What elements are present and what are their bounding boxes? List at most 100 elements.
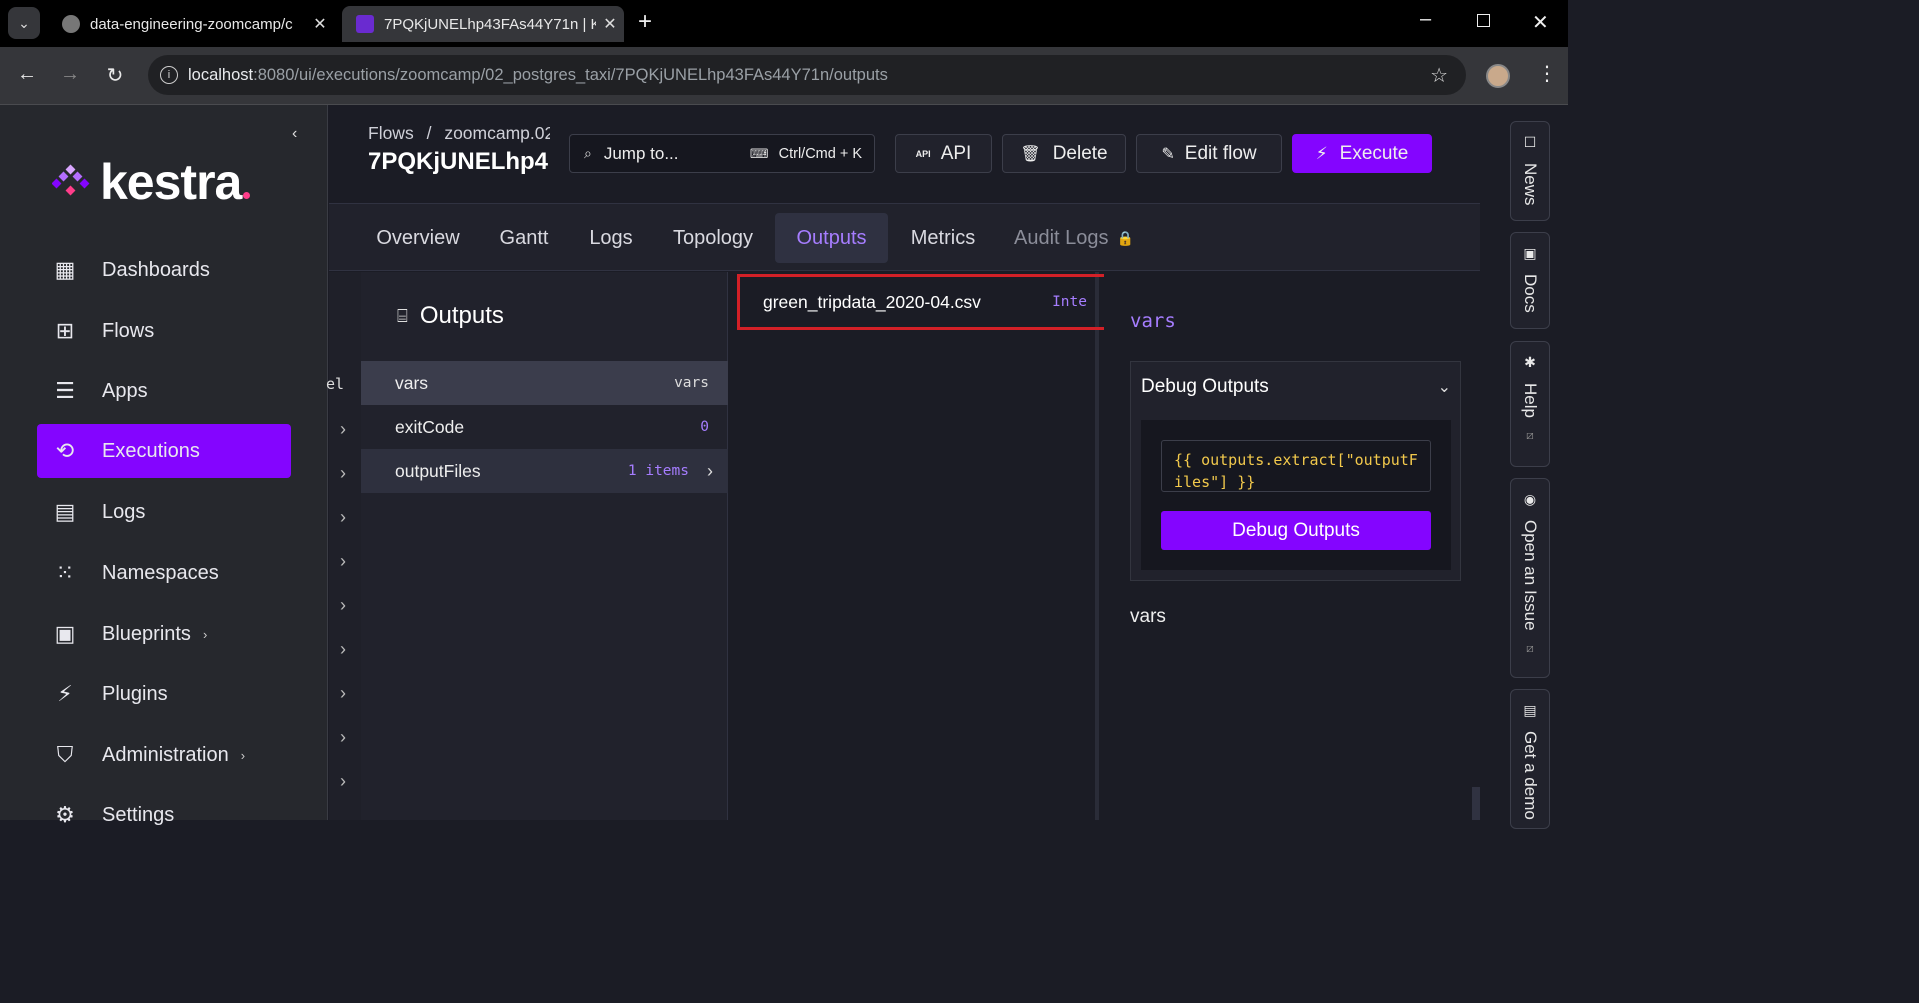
browser-toolbar: ← → ↻ i localhost:8080/ui/executions/zoo… <box>0 47 1568 105</box>
sidebar-item-executions[interactable]: ⟲ Executions <box>37 424 291 478</box>
debug-expression-input[interactable]: {{ outputs.extract["outputFiles"] }} <box>1161 440 1431 492</box>
tab-search-button[interactable]: ⌄ <box>8 7 40 39</box>
tab-outputs[interactable]: Outputs <box>775 213 888 263</box>
rail-label: Open an Issue <box>1521 520 1540 631</box>
page-title: 7PQKjUNELhp4 <box>368 148 549 175</box>
profile-avatar[interactable] <box>1486 64 1510 88</box>
jump-to-search[interactable]: ⌕ Jump to... ⌨ Ctrl/Cmd + K <box>569 134 875 173</box>
output-value: 0 <box>700 419 709 435</box>
execute-button[interactable]: ⚡ Execute <box>1292 134 1432 173</box>
output-row-vars[interactable]: vars vars <box>361 361 728 405</box>
chevron-right-icon[interactable]: › <box>333 463 353 484</box>
back-arrow-icon[interactable]: ← <box>14 63 40 86</box>
minimize-button[interactable]: – <box>1420 8 1431 31</box>
sidebar-item-apps[interactable]: ☰ Apps <box>37 364 291 418</box>
edit-flow-button-label: Edit flow <box>1184 142 1257 164</box>
browser-tab-kestra[interactable]: 7PQKjUNELhp43FAs44Y71n | Ke ✕ <box>342 6 624 42</box>
output-row-outputfiles[interactable]: outputFiles 1 items › <box>361 449 728 493</box>
chevron-down-icon: ⌄ <box>1437 379 1451 396</box>
news-button[interactable]: ☐ News <box>1510 121 1550 221</box>
file-item[interactable]: green_tripdata_2020-04.csv Inte <box>737 274 1115 330</box>
bookmark-star-icon[interactable]: ☆ <box>1430 63 1448 88</box>
jump-to-label: Jump to... <box>603 143 679 163</box>
debug-outputs-button[interactable]: Debug Outputs <box>1161 511 1431 550</box>
outputs-header: ⌸ Outputs <box>397 302 504 330</box>
plugins-icon: ⚡ <box>57 681 73 706</box>
collapse-sidebar-button[interactable]: ‹ <box>292 125 297 143</box>
new-tab-button[interactable]: + <box>638 8 652 36</box>
settings-icon: ⚙ <box>55 802 75 827</box>
sidebar-item-logs[interactable]: ▤ Logs <box>37 485 291 539</box>
search-icon: ⌕ <box>584 145 592 161</box>
close-icon[interactable]: ✕ <box>306 14 334 34</box>
window-close-button[interactable]: ✕ <box>1532 10 1549 35</box>
kestra-logo-icon <box>52 164 90 196</box>
rail-label: Docs <box>1521 274 1540 313</box>
tab-logs[interactable]: Logs <box>578 213 644 263</box>
chevron-right-icon[interactable]: › <box>333 727 353 748</box>
close-icon[interactable]: ✕ <box>596 14 624 34</box>
browser-tab-title: data-engineering-zoomcamp/c <box>90 15 293 33</box>
help-button[interactable]: ✱ Help ⧄ <box>1510 341 1550 467</box>
tab-label: Overview <box>376 226 460 249</box>
chevron-right-icon[interactable]: › <box>333 419 353 440</box>
executions-icon: ⟲ <box>55 438 75 463</box>
breadcrumb-namespace-link[interactable]: zoomcamp.02 <box>444 123 550 143</box>
debug-heading: vars <box>1130 310 1176 332</box>
chevron-right-icon[interactable]: › <box>333 683 353 704</box>
browser-menu-icon[interactable]: ⋮ <box>1537 61 1557 86</box>
chevron-right-icon: › <box>202 626 208 642</box>
address-bar[interactable]: i localhost:8080/ui/executions/zoomcamp/… <box>148 55 1466 95</box>
news-icon: ☐ <box>1523 134 1537 150</box>
file-name: green_tripdata_2020-04.csv <box>763 291 981 312</box>
debug-panel-header[interactable]: Debug Outputs ⌄ <box>1141 376 1451 398</box>
tab-overview[interactable]: Overview <box>362 213 474 263</box>
sidebar-item-flows[interactable]: ⊞ Flows <box>37 304 291 358</box>
browser-tab-github[interactable]: data-engineering-zoomcamp/c ✕ <box>48 6 334 42</box>
tab-gantt[interactable]: Gantt <box>487 213 561 263</box>
chevron-right-icon[interactable]: › <box>333 771 353 792</box>
chevron-right-icon[interactable]: › <box>333 639 353 660</box>
namespaces-icon: ⁙ <box>55 560 75 585</box>
demo-icon: ▤ <box>1523 702 1537 718</box>
debug-panel-title: Debug Outputs <box>1141 376 1269 397</box>
sidebar-item-label: Settings <box>102 803 175 826</box>
site-info-icon[interactable]: i <box>160 66 178 84</box>
docs-button[interactable]: ▣ Docs <box>1510 232 1550 329</box>
sidebar-item-dashboards[interactable]: ▦ Dashboards <box>37 243 291 297</box>
chevron-right-icon[interactable]: › <box>333 595 353 616</box>
tree-stub-text: el <box>326 375 345 393</box>
api-button[interactable]: API API <box>895 134 992 173</box>
edit-flow-button[interactable]: ✎ Edit flow <box>1136 134 1282 173</box>
keyboard-icon: ⌨ <box>749 145 769 161</box>
delete-button[interactable]: 🗑 Delete <box>1002 134 1126 173</box>
breadcrumb-flows-link[interactable]: Flows <box>368 123 414 143</box>
restore-button[interactable] <box>1477 14 1490 27</box>
outputs-title: Outputs <box>419 302 504 329</box>
reload-icon[interactable]: ↻ <box>102 63 128 88</box>
forward-arrow-icon[interactable]: → <box>57 63 83 86</box>
administration-icon: ⛉ <box>56 742 74 767</box>
tab-audit-logs[interactable]: Audit Logs 🔒 <box>1012 213 1136 263</box>
chevron-right-icon[interactable]: › <box>333 507 353 528</box>
tab-label: Gantt <box>499 226 549 249</box>
right-rail: ☐ News ▣ Docs ✱ Help ⧄ ◉ Open an Issue ⧄… <box>1480 105 1568 829</box>
rail-label: Get a demo <box>1521 731 1540 820</box>
tab-metrics[interactable]: Metrics <box>899 213 987 263</box>
logs-icon: ▤ <box>54 499 76 524</box>
sidebar-item-administration[interactable]: ⛉ Administration › <box>37 728 291 782</box>
sidebar-item-blueprints[interactable]: ▣ Blueprints › <box>37 607 291 661</box>
get-demo-button[interactable]: ▤ Get a demo <box>1510 689 1550 829</box>
tab-topology[interactable]: Topology <box>661 213 765 263</box>
scrollbar[interactable] <box>1472 787 1480 820</box>
shortcut-hint: Ctrl/Cmd + K <box>778 145 862 162</box>
chevron-right-icon[interactable]: › <box>333 551 353 572</box>
output-row-exitcode[interactable]: exitCode 0 <box>361 405 728 449</box>
kestra-logo[interactable]: kestra <box>52 153 251 211</box>
chevron-down-icon: ⌄ <box>18 14 30 31</box>
sidebar-item-settings[interactable]: ⚙ Settings <box>37 788 291 842</box>
sidebar-item-plugins[interactable]: ⚡ Plugins <box>37 667 291 721</box>
open-issue-button[interactable]: ◉ Open an Issue ⧄ <box>1510 478 1550 678</box>
sidebar-item-namespaces[interactable]: ⁙ Namespaces <box>37 546 291 600</box>
sidebar: ‹ kestra ▦ Dashboards ⊞ Flows ☰ Apps ⟲ E… <box>0 105 328 827</box>
